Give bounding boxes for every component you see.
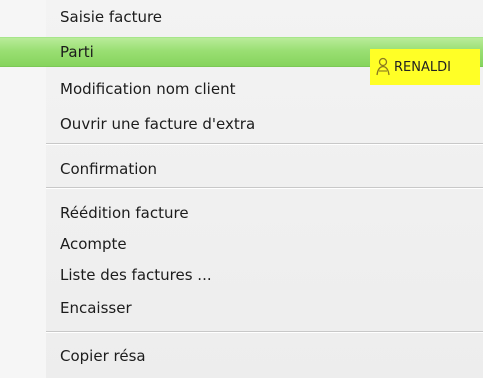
menu-item-reedition-facture[interactable]: Réédition facture bbox=[0, 198, 483, 228]
context-menu: Saisie facture Parti Modification nom cl… bbox=[0, 0, 483, 378]
menu-item-label: Saisie facture bbox=[60, 8, 163, 26]
menu-item-encaisser[interactable]: Encaisser bbox=[0, 293, 483, 323]
menu-item-confirmation[interactable]: Confirmation bbox=[0, 154, 483, 184]
menu-separator bbox=[46, 187, 483, 189]
menu-item-label: Liste des factures ... bbox=[60, 266, 212, 284]
menu-item-ouvrir-facture-extra[interactable]: Ouvrir une facture d'extra bbox=[0, 109, 483, 139]
menu-item-liste-des-factures[interactable]: Liste des factures ... bbox=[0, 260, 483, 290]
menu-item-label: Parti bbox=[60, 43, 94, 61]
menu-item-label: Modification nom client bbox=[60, 80, 236, 98]
person-icon bbox=[374, 57, 394, 77]
menu-separator bbox=[46, 143, 483, 145]
menu-item-label: Encaisser bbox=[60, 299, 132, 317]
menu-item-label: Confirmation bbox=[60, 160, 158, 178]
menu-item-label: Acompte bbox=[60, 235, 127, 253]
guest-name: RENALDI bbox=[394, 59, 451, 75]
menu-item-copier-resa[interactable]: Copier résa bbox=[0, 341, 483, 371]
menu-item-label: Ouvrir une facture d'extra bbox=[60, 115, 256, 133]
menu-item-label: Copier résa bbox=[60, 347, 146, 365]
menu-item-saisie-facture[interactable]: Saisie facture bbox=[0, 2, 483, 32]
menu-item-label: Réédition facture bbox=[60, 204, 189, 222]
guest-name-tag: RENALDI bbox=[370, 49, 480, 85]
menu-separator bbox=[46, 331, 483, 333]
menu-item-acompte[interactable]: Acompte bbox=[0, 229, 483, 259]
